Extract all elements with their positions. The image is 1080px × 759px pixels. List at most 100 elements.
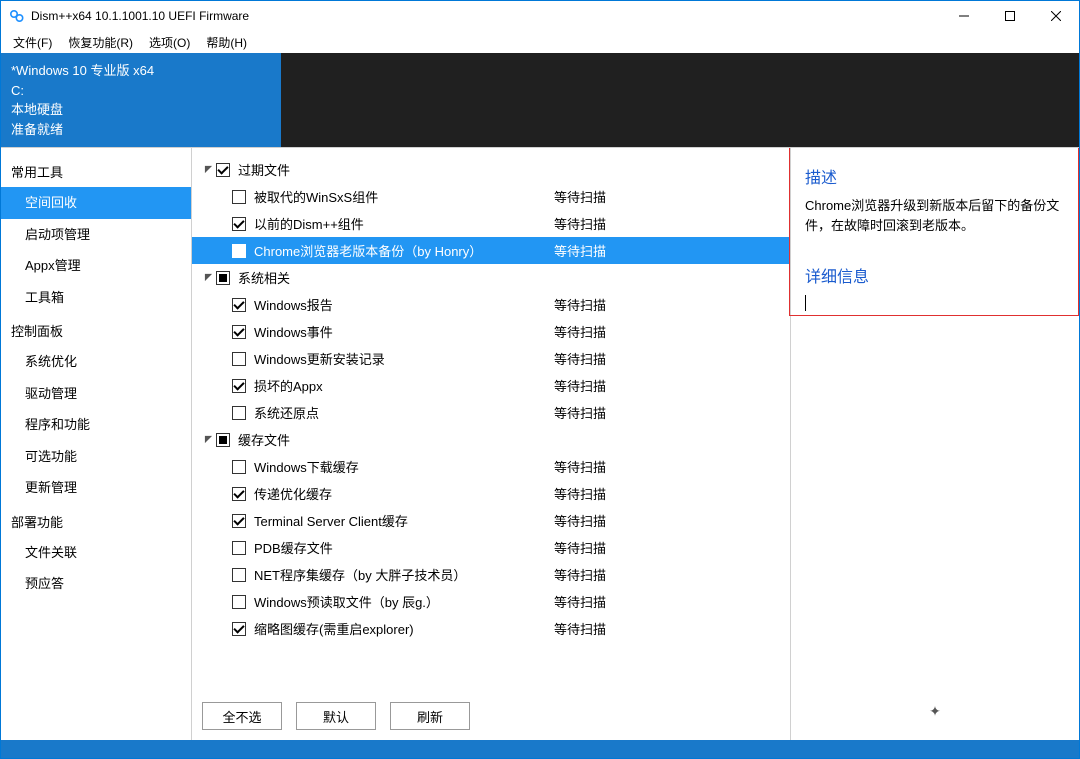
tree-item[interactable]: 以前的Dism++组件 等待扫描 <box>192 210 790 237</box>
item-checkbox[interactable] <box>232 487 246 501</box>
item-status: 等待扫描 <box>554 322 634 341</box>
sidebar-item[interactable]: 预应答 <box>1 568 191 600</box>
maximize-button[interactable] <box>987 1 1033 31</box>
item-checkbox[interactable] <box>232 190 246 204</box>
details-panel: 描述 Chrome浏览器升级到新版本后留下的备份文件，在故障时回滚到老版本。 详… <box>791 148 1079 740</box>
close-button[interactable] <box>1033 1 1079 31</box>
item-label: 系统还原点 <box>254 403 554 422</box>
minimize-button[interactable] <box>941 1 987 31</box>
titlebar: Dism++x64 10.1.1001.10 UEFI Firmware <box>1 1 1079 31</box>
item-label: 以前的Dism++组件 <box>254 214 554 233</box>
bottom-bar <box>1 740 1079 758</box>
item-checkbox[interactable] <box>232 406 246 420</box>
item-checkbox[interactable] <box>232 379 246 393</box>
item-label: Chrome浏览器老版本备份（by Honry） <box>254 241 554 260</box>
tree-item[interactable]: NET程序集缓存（by 大胖子技术员） 等待扫描 <box>192 561 790 588</box>
item-label: NET程序集缓存（by 大胖子技术员） <box>254 565 554 584</box>
item-status: 等待扫描 <box>554 214 634 233</box>
item-status: 等待扫描 <box>554 538 634 557</box>
refresh-button[interactable]: 刷新 <box>390 702 470 730</box>
button-bar: 全不选 默认 刷新 <box>192 692 790 740</box>
tree-group[interactable]: 缓存文件 <box>192 426 790 453</box>
item-label: Windows预读取文件（by 辰g.） <box>254 592 554 611</box>
item-checkbox[interactable] <box>232 325 246 339</box>
item-status: 等待扫描 <box>554 457 634 476</box>
tree-group[interactable]: 系统相关 <box>192 264 790 291</box>
menu-options[interactable]: 选项(O) <box>141 32 198 53</box>
group-checkbox[interactable] <box>216 163 230 177</box>
system-info-bar: *Windows 10 专业版 x64 C: 本地硬盘 准备就绪 <box>1 53 1079 147</box>
sidebar-item[interactable]: 空间回收 <box>1 187 191 219</box>
select-none-button[interactable]: 全不选 <box>202 702 282 730</box>
tree-item[interactable]: Chrome浏览器老版本备份（by Honry） 等待扫描 <box>192 237 790 264</box>
sidebar-item[interactable]: 文件关联 <box>1 537 191 569</box>
tree-item[interactable]: 缩略图缓存(需重启explorer) 等待扫描 <box>192 615 790 642</box>
tree-item[interactable]: 系统还原点 等待扫描 <box>192 399 790 426</box>
item-label: Windows报告 <box>254 295 554 314</box>
item-checkbox[interactable] <box>232 595 246 609</box>
default-button[interactable]: 默认 <box>296 702 376 730</box>
item-status: 等待扫描 <box>554 565 634 584</box>
tree-item[interactable]: 损坏的Appx 等待扫描 <box>192 372 790 399</box>
item-checkbox[interactable] <box>232 352 246 366</box>
tree-item[interactable]: Windows事件 等待扫描 <box>192 318 790 345</box>
tree-item[interactable]: PDB缓存文件 等待扫描 <box>192 534 790 561</box>
sidebar-item[interactable]: Appx管理 <box>1 250 191 282</box>
item-label: 传递优化缓存 <box>254 484 554 503</box>
group-label: 系统相关 <box>238 268 290 287</box>
item-label: Terminal Server Client缓存 <box>254 511 554 530</box>
item-label: Windows下载缓存 <box>254 457 554 476</box>
os-label: *Windows 10 专业版 x64 <box>11 61 271 81</box>
menu-recovery[interactable]: 恢复功能(R) <box>60 32 141 53</box>
tree-item[interactable]: 被取代的WinSxS组件 等待扫描 <box>192 183 790 210</box>
sidebar-section-head: 控制面板 <box>1 313 191 346</box>
tree-item[interactable]: Windows更新安装记录 等待扫描 <box>192 345 790 372</box>
app-icon <box>9 8 25 24</box>
sidebar-item[interactable]: 系统优化 <box>1 346 191 378</box>
sidebar-item[interactable]: 程序和功能 <box>1 409 191 441</box>
sidebar-item[interactable]: 工具箱 <box>1 282 191 314</box>
item-label: Windows更新安装记录 <box>254 349 554 368</box>
item-status: 等待扫描 <box>554 376 634 395</box>
item-label: 缩略图缓存(需重启explorer) <box>254 619 554 638</box>
item-checkbox[interactable] <box>232 217 246 231</box>
item-checkbox[interactable] <box>232 460 246 474</box>
menu-help[interactable]: 帮助(H) <box>198 32 255 53</box>
cleanup-tree: 过期文件 被取代的WinSxS组件 等待扫描 以前的Dism++组件 等待扫描 … <box>192 148 790 692</box>
tree-item[interactable]: Windows报告 等待扫描 <box>192 291 790 318</box>
expand-arrow-icon[interactable] <box>202 164 214 176</box>
drive-label: C: <box>11 81 271 101</box>
status-label: 准备就绪 <box>11 120 271 140</box>
sidebar-section-head: 常用工具 <box>1 154 191 187</box>
sidebar-item[interactable]: 可选功能 <box>1 441 191 473</box>
sidebar-item[interactable]: 启动项管理 <box>1 219 191 251</box>
expand-arrow-icon[interactable] <box>202 272 214 284</box>
tree-item[interactable]: 传递优化缓存 等待扫描 <box>192 480 790 507</box>
sidebar-item[interactable]: 驱动管理 <box>1 378 191 410</box>
tree-group[interactable]: 过期文件 <box>192 156 790 183</box>
item-checkbox[interactable] <box>232 622 246 636</box>
description-text: Chrome浏览器升级到新版本后留下的备份文件，在故障时回滚到老版本。 <box>805 196 1065 235</box>
item-status: 等待扫描 <box>554 295 634 314</box>
details-heading: 详细信息 <box>805 263 1065 287</box>
item-checkbox[interactable] <box>232 298 246 312</box>
center-panel: 过期文件 被取代的WinSxS组件 等待扫描 以前的Dism++组件 等待扫描 … <box>192 148 791 740</box>
tree-item[interactable]: Windows预读取文件（by 辰g.） 等待扫描 <box>192 588 790 615</box>
item-checkbox[interactable] <box>232 541 246 555</box>
sidebar-item[interactable]: 更新管理 <box>1 472 191 504</box>
group-checkbox[interactable] <box>216 271 230 285</box>
item-checkbox[interactable] <box>232 244 246 258</box>
window-title: Dism++x64 10.1.1001.10 UEFI Firmware <box>31 9 941 23</box>
item-status: 等待扫描 <box>554 187 634 206</box>
item-checkbox[interactable] <box>232 514 246 528</box>
menu-file[interactable]: 文件(F) <box>5 32 60 53</box>
item-status: 等待扫描 <box>554 349 634 368</box>
item-checkbox[interactable] <box>232 568 246 582</box>
expand-arrow-icon[interactable] <box>202 434 214 446</box>
tree-item[interactable]: Terminal Server Client缓存 等待扫描 <box>192 507 790 534</box>
sidebar: 常用工具空间回收启动项管理Appx管理工具箱控制面板系统优化驱动管理程序和功能可… <box>1 148 192 740</box>
tree-item[interactable]: Windows下载缓存 等待扫描 <box>192 453 790 480</box>
item-label: Windows事件 <box>254 322 554 341</box>
group-checkbox[interactable] <box>216 433 230 447</box>
item-label: 被取代的WinSxS组件 <box>254 187 554 206</box>
